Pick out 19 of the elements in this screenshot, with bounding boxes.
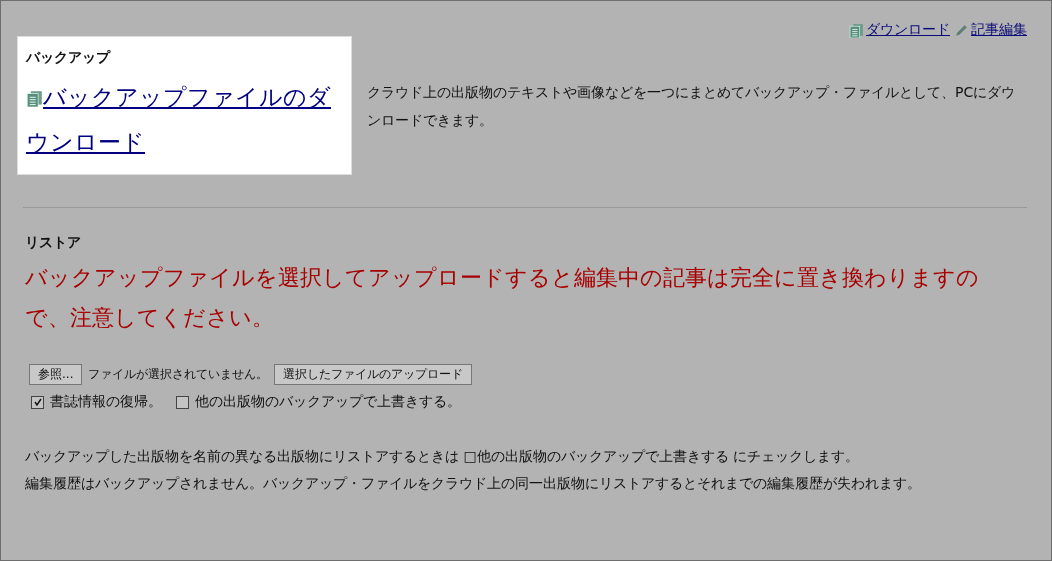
- download-link[interactable]: ダウンロード: [849, 21, 950, 39]
- note-text: バックアップした出版物を名前の異なる出版物にリストアするときは □他の出版物のバックアップで上書きする にチェックします。: [25, 447, 861, 466]
- section-heading: バックアップ: [26, 49, 112, 67]
- checkbox[interactable]: [176, 395, 189, 409]
- checkbox[interactable]: [31, 395, 44, 409]
- upload-button[interactable]: 選択したファイルのアップロード: [274, 364, 473, 385]
- option-label: 他の出版物のバックアップで上書きする。: [195, 393, 461, 411]
- section-heading: リストア: [25, 234, 82, 252]
- note-text: 編集履歴はバックアップされません。バックアップ・ファイルをクラウド上の同一出版物にリストアするとそれまでの編集履歴が失われます。: [25, 474, 922, 493]
- backup-download-link[interactable]: バックアップファイルのダウンロード: [26, 75, 343, 165]
- pencil-icon: [954, 22, 969, 38]
- option-label: 書誌情報の復帰。: [50, 393, 162, 411]
- warning-text: バックアップファイルを選択してアップロードすると編集中の記事は完全に置き換わりますので、注意してください。: [25, 264, 980, 332]
- documents-icon: [849, 22, 864, 38]
- browse-button[interactable]: 参照...: [29, 364, 83, 385]
- documents-icon: [26, 90, 43, 107]
- file-status: ファイルが選択されていません。: [88, 366, 269, 383]
- edit-link[interactable]: 記事編集: [954, 21, 1027, 39]
- backup-description: クラウド上の出版物のテキストや画像などを一つにまとめてバックアップ・ファイルとして、PCにダウンロードできます。: [367, 83, 1017, 130]
